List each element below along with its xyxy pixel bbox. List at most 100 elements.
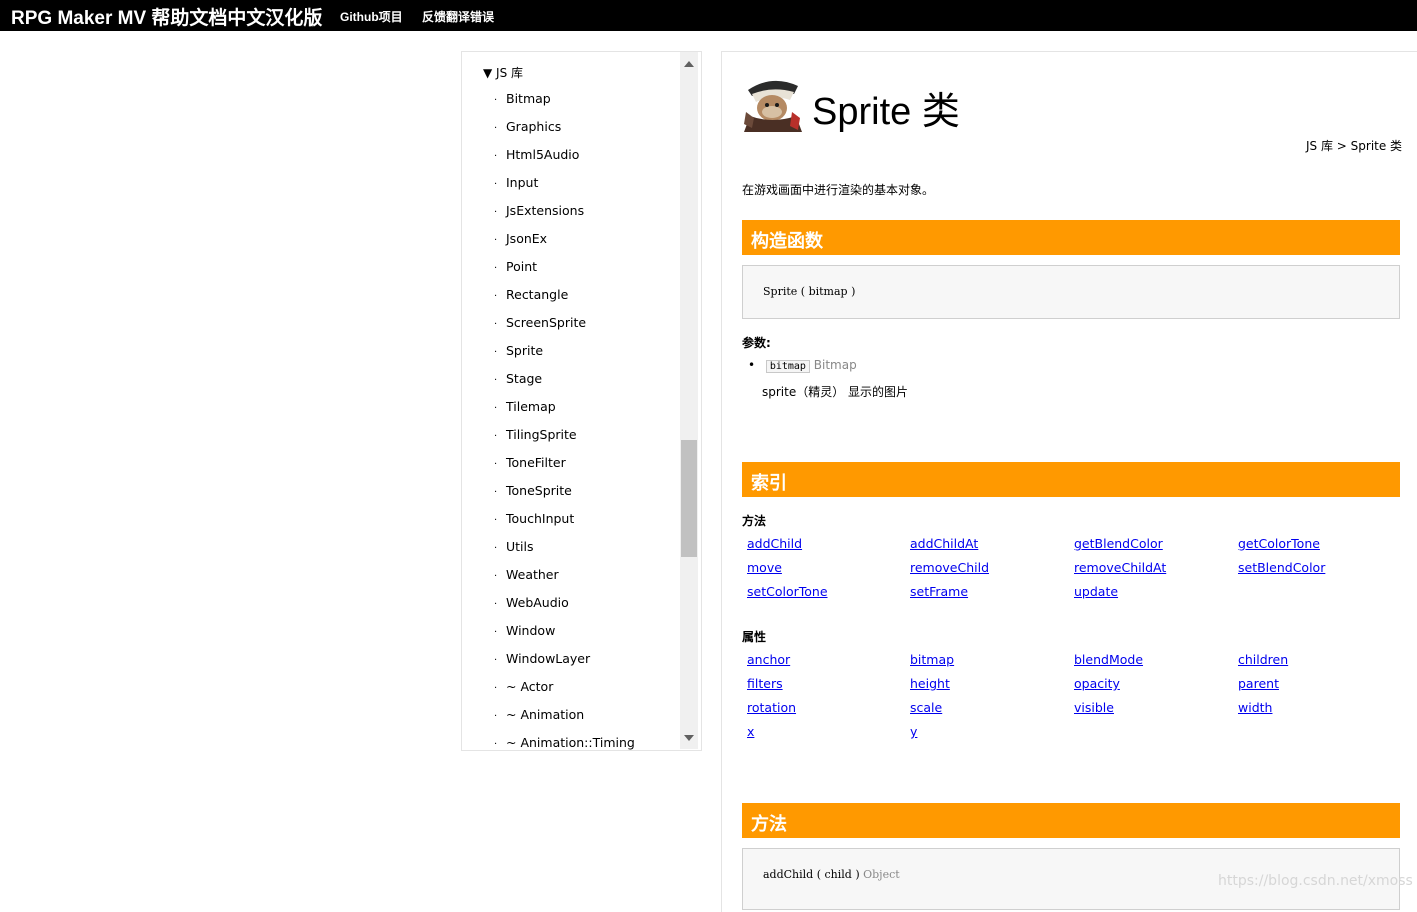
top-navbar: RPG Maker MV 帮助文档中文汉化版 Github项目 反馈翻译错误 bbox=[0, 0, 1417, 31]
bullet-icon: · bbox=[494, 431, 498, 442]
sidebar-item[interactable]: · Sprite bbox=[494, 340, 635, 368]
bullet-icon: · bbox=[494, 739, 498, 750]
sidebar-item-label[interactable]: Html5Audio bbox=[506, 147, 579, 162]
sidebar-item[interactable]: · ~ Actor bbox=[494, 676, 635, 704]
methods-label: 方法 bbox=[742, 514, 767, 528]
sidebar-item-label[interactable]: TilingSprite bbox=[506, 427, 577, 442]
sidebar-item-label[interactable]: Graphics bbox=[506, 119, 561, 134]
index-heading: 索引 bbox=[751, 473, 787, 494]
bullet-icon: · bbox=[494, 655, 498, 666]
bullet-icon: · bbox=[494, 263, 498, 274]
property-link[interactable]: anchor bbox=[747, 652, 790, 667]
sidebar-item-label[interactable]: WebAudio bbox=[506, 595, 569, 610]
method-link[interactable]: setFrame bbox=[910, 584, 968, 599]
sidebar-item[interactable]: · WindowLayer bbox=[494, 648, 635, 676]
bullet-icon: · bbox=[494, 347, 498, 358]
method-signature: addChild ( child ) bbox=[763, 868, 860, 881]
param-description: sprite（精灵） 显示的图片 bbox=[762, 385, 909, 399]
method-link[interactable]: getColorTone bbox=[1238, 536, 1320, 551]
method-link[interactable]: removeChildAt bbox=[1074, 560, 1166, 575]
sidebar-item[interactable]: · Input bbox=[494, 172, 635, 200]
method-link[interactable]: getBlendColor bbox=[1074, 536, 1163, 551]
sidebar-item-label[interactable]: WindowLayer bbox=[506, 651, 590, 666]
property-link[interactable]: opacity bbox=[1074, 676, 1120, 691]
sidebar-item[interactable]: · ToneSprite bbox=[494, 480, 635, 508]
sidebar-item-label[interactable]: Tilemap bbox=[506, 399, 556, 414]
sidebar-item[interactable]: · ~ Animation::Timing bbox=[494, 732, 635, 750]
sidebar-item-label[interactable]: TouchInput bbox=[506, 511, 574, 526]
sidebar-item[interactable]: · Point bbox=[494, 256, 635, 284]
bullet-icon: · bbox=[494, 571, 498, 582]
property-link[interactable]: filters bbox=[747, 676, 783, 691]
sidebar-item[interactable]: · ToneFilter bbox=[494, 452, 635, 480]
nav-feedback-link[interactable]: 反馈翻译错误 bbox=[422, 8, 494, 25]
method-link[interactable]: setBlendColor bbox=[1238, 560, 1325, 575]
character-logo-icon bbox=[742, 72, 802, 132]
sidebar-item[interactable]: · ~ Animation bbox=[494, 704, 635, 732]
sidebar-item-label[interactable]: JsExtensions bbox=[506, 203, 584, 218]
sidebar-item-label[interactable]: Point bbox=[506, 259, 537, 274]
property-link[interactable]: rotation bbox=[747, 700, 796, 715]
sidebar-item[interactable]: · WebAudio bbox=[494, 592, 635, 620]
sidebar-item[interactable]: · Tilemap bbox=[494, 396, 635, 424]
bullet-icon: · bbox=[494, 235, 498, 246]
sidebar-item[interactable]: · Window bbox=[494, 620, 635, 648]
sidebar-item[interactable]: · Bitmap bbox=[494, 88, 635, 116]
method-link[interactable]: addChild bbox=[747, 536, 802, 551]
sidebar-item[interactable]: · Stage bbox=[494, 368, 635, 396]
sidebar-scrollbar[interactable] bbox=[680, 52, 698, 749]
sidebar-item-label[interactable]: Sprite bbox=[506, 343, 543, 358]
property-link[interactable]: scale bbox=[910, 700, 942, 715]
sidebar-item-label[interactable]: JsonEx bbox=[506, 231, 547, 246]
bullet-icon: · bbox=[494, 711, 498, 722]
sidebar-item[interactable]: · Rectangle bbox=[494, 284, 635, 312]
sidebar-item-label[interactable]: ~ Animation::Timing bbox=[506, 735, 635, 750]
method-link[interactable]: setColorTone bbox=[747, 584, 828, 599]
sidebar-item-label[interactable]: Stage bbox=[506, 371, 542, 386]
sidebar-item-label[interactable]: ~ Actor bbox=[506, 679, 553, 694]
property-link[interactable]: width bbox=[1238, 700, 1272, 715]
constructor-signature: Sprite ( bitmap ) bbox=[763, 285, 856, 298]
sidebar-item-label[interactable]: ToneSprite bbox=[506, 483, 572, 498]
property-link[interactable]: bitmap bbox=[910, 652, 954, 667]
sidebar-item[interactable]: · JsExtensions bbox=[494, 200, 635, 228]
property-link[interactable]: children bbox=[1238, 652, 1288, 667]
property-link[interactable]: x bbox=[747, 724, 754, 739]
scroll-up-arrow-icon[interactable] bbox=[684, 61, 694, 67]
sidebar-item-label[interactable]: ToneFilter bbox=[506, 455, 566, 470]
sidebar-item[interactable]: · ScreenSprite bbox=[494, 312, 635, 340]
sidebar-item[interactable]: · JsonEx bbox=[494, 228, 635, 256]
sidebar-item[interactable]: · Html5Audio bbox=[494, 144, 635, 172]
sidebar-item-label[interactable]: Utils bbox=[506, 539, 534, 554]
sidebar-item[interactable]: · Weather bbox=[494, 564, 635, 592]
property-link[interactable]: y bbox=[910, 724, 917, 739]
property-link[interactable]: height bbox=[910, 676, 950, 691]
sidebar-item[interactable]: · Graphics bbox=[494, 116, 635, 144]
method-link[interactable]: update bbox=[1074, 584, 1118, 599]
sidebar-item-label[interactable]: Weather bbox=[506, 567, 559, 582]
scroll-down-arrow-icon[interactable] bbox=[684, 735, 694, 741]
property-link[interactable]: visible bbox=[1074, 700, 1114, 715]
method-link[interactable]: addChildAt bbox=[910, 536, 978, 551]
page-title: Sprite 类 bbox=[812, 91, 960, 133]
nav-github-link[interactable]: Github项目 bbox=[340, 8, 403, 25]
sidebar-item[interactable]: · Utils bbox=[494, 536, 635, 564]
property-link[interactable]: parent bbox=[1238, 676, 1279, 691]
site-brand[interactable]: RPG Maker MV 帮助文档中文汉化版 bbox=[11, 3, 322, 30]
sidebar-item[interactable]: · TilingSprite bbox=[494, 424, 635, 452]
sidebar-item-label[interactable]: ~ Animation bbox=[506, 707, 584, 722]
sidebar-item-label[interactable]: Bitmap bbox=[506, 91, 551, 106]
method-link[interactable]: move bbox=[747, 560, 782, 575]
sidebar-item-label[interactable]: ScreenSprite bbox=[506, 315, 586, 330]
breadcrumb[interactable]: JS 库 > Sprite 类 bbox=[1306, 137, 1402, 154]
sidebar-item[interactable]: · TouchInput bbox=[494, 508, 635, 536]
property-link[interactable]: blendMode bbox=[1074, 652, 1143, 667]
sidebar-list: · Bitmap · Graphics · Html5Audio · Input · JsExte… bbox=[494, 88, 635, 750]
sidebar-item-label[interactable]: Rectangle bbox=[506, 287, 568, 302]
method-link[interactable]: removeChild bbox=[910, 560, 989, 575]
sidebar-item-label[interactable]: Window bbox=[506, 623, 555, 638]
sidebar-item-label[interactable]: Input bbox=[506, 175, 538, 190]
scroll-thumb[interactable] bbox=[681, 440, 697, 557]
bullet-icon: · bbox=[494, 319, 498, 330]
sidebar-root-js-library[interactable]: ▼ JS 库 bbox=[483, 64, 523, 81]
